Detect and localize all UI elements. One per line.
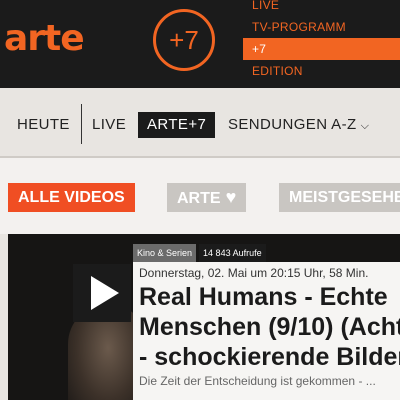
video-date: Donnerstag, 02. Mai um 20:15 Uhr, 58 Min…	[139, 266, 369, 280]
top-menu-item-tv-programm[interactable]: TV-PROGRAMM	[243, 16, 400, 38]
video-description: Die Zeit der Entscheidung ist gekommen -…	[139, 374, 376, 388]
filter-bar: ALLE VIDEOS ARTE♥ MEISTGESEHEN	[0, 158, 400, 234]
heart-icon: ♥	[225, 187, 237, 207]
play-button[interactable]	[73, 264, 131, 322]
nav-item-arte-plus7[interactable]: ARTE+7	[138, 112, 216, 138]
nav-divider	[81, 104, 82, 144]
views-badge: 14 843 Aufrufe	[199, 244, 266, 262]
top-menu-item-plus7[interactable]: +7	[243, 38, 400, 60]
filter-arte-label: ARTE	[177, 190, 221, 207]
play-icon	[91, 276, 119, 310]
filter-alle-videos[interactable]: ALLE VIDEOS	[8, 183, 135, 212]
top-menu: LIVE TV-PROGRAMM +7 EDITION	[243, 0, 400, 82]
video-info-card[interactable]: Donnerstag, 02. Mai um 20:15 Uhr, 58 Min…	[133, 262, 400, 400]
top-menu-item-edition[interactable]: EDITION	[243, 60, 400, 82]
category-badge[interactable]: Kino & Serien	[133, 244, 197, 262]
main-nav: HEUTE LIVE ARTE+7 SENDUNGEN A-Z ⌵	[0, 88, 400, 158]
video-title[interactable]: Real Humans - Echte Menschen (9/10) (Ach…	[139, 282, 400, 372]
video-tags: Kino & Serien 14 843 Aufrufe	[133, 244, 266, 262]
top-bar: arte +7 LIVE TV-PROGRAMM +7 EDITION	[0, 0, 400, 88]
chevron-down-icon: ⌵	[360, 120, 370, 132]
plus7-logo[interactable]: +7	[153, 9, 215, 71]
nav-item-sendungen-label: SENDUNGEN A-Z	[228, 116, 357, 133]
nav-item-live[interactable]: LIVE	[92, 112, 126, 138]
nav-item-sendungen[interactable]: SENDUNGEN A-Z ⌵	[228, 112, 369, 138]
filter-arte[interactable]: ARTE ♥	[167, 183, 247, 212]
featured-video[interactable]: Kino & Serien 14 843 Aufrufe Donnerstag,…	[8, 234, 400, 400]
nav-item-heute[interactable]: HEUTE	[17, 112, 70, 138]
filter-meistgesehen[interactable]: MEISTGESEHEN	[279, 183, 400, 212]
arte-logo[interactable]: arte	[4, 18, 85, 59]
top-menu-item-live[interactable]: LIVE	[243, 0, 400, 16]
